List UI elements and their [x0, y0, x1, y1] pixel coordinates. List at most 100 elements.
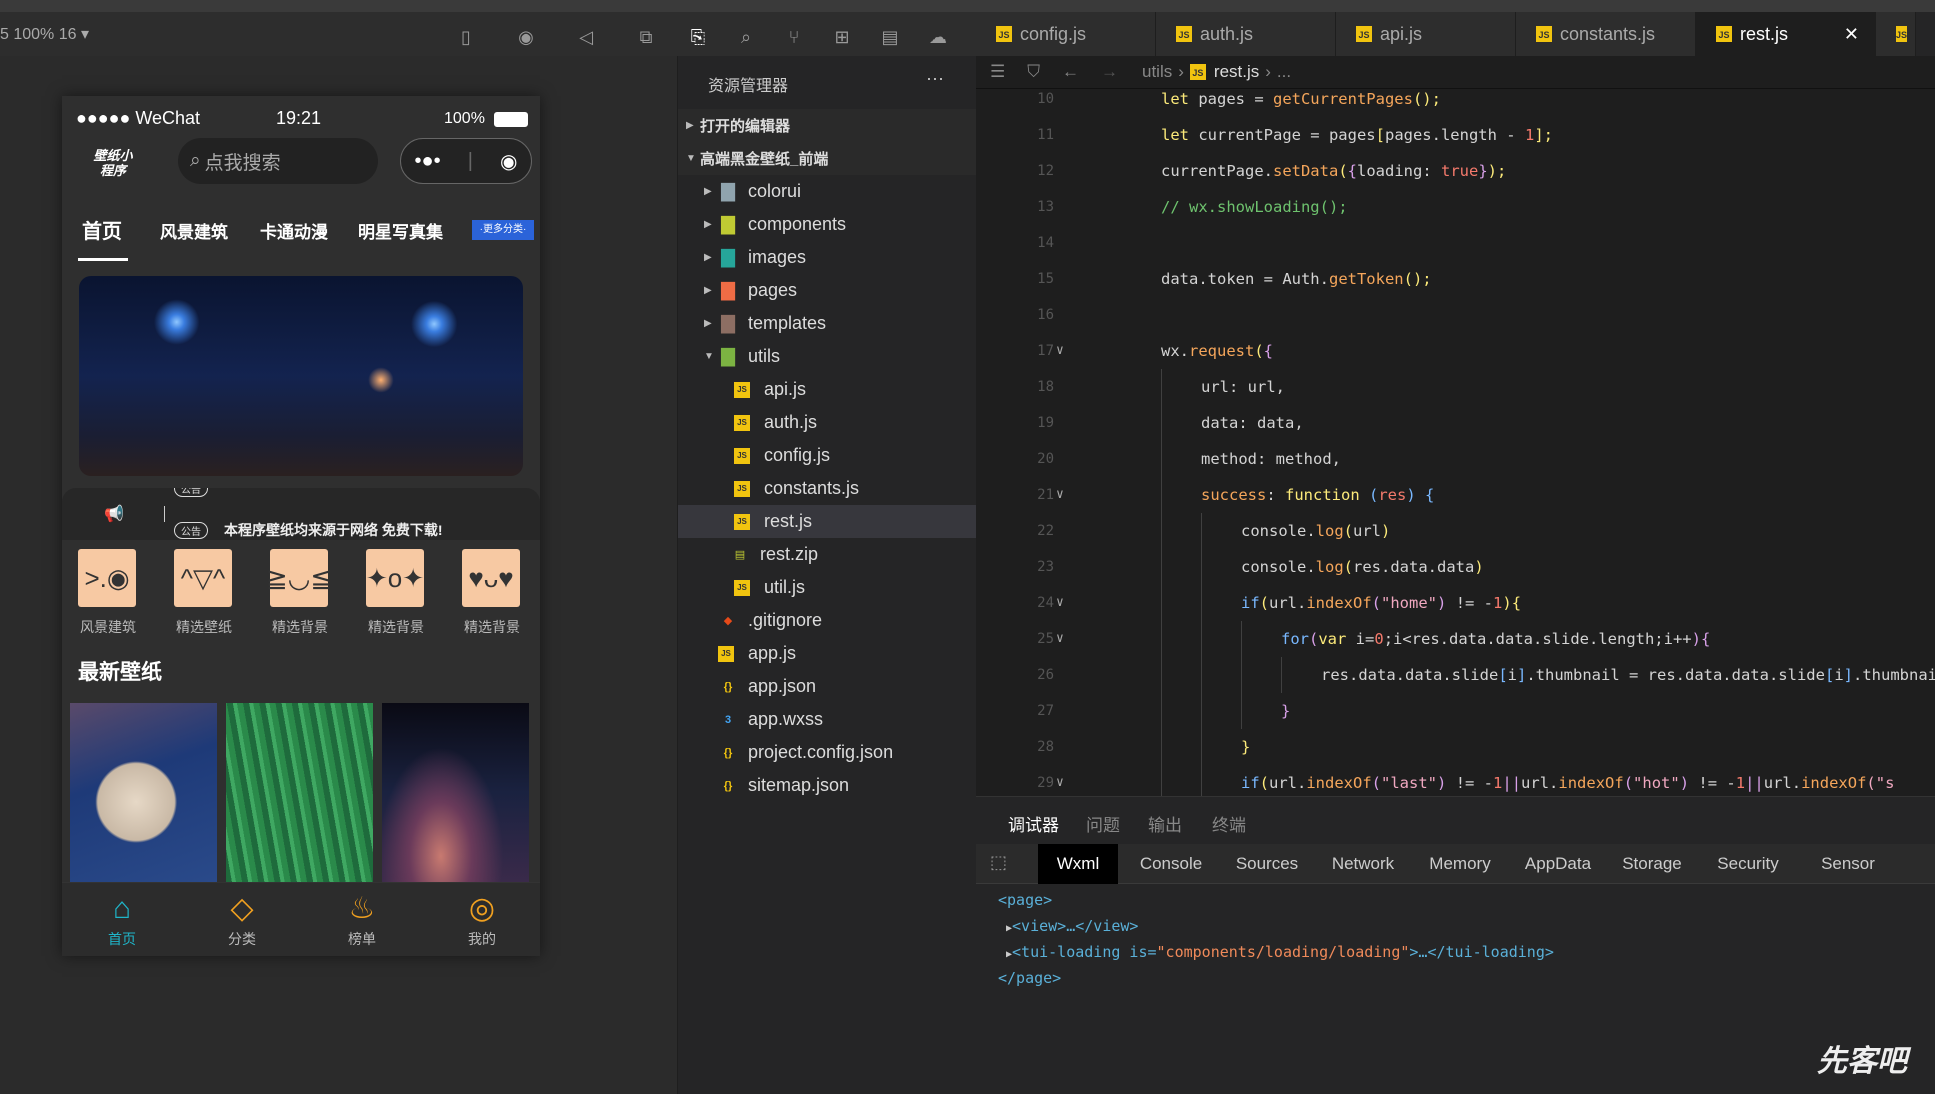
search-input[interactable]: ⌕ 点我搜索 — [178, 138, 378, 184]
wallpaper-thumb[interactable] — [226, 703, 373, 883]
tree-item-app-js[interactable]: JS app.js — [678, 637, 977, 670]
open-editors-section[interactable]: ▶ 打开的编辑器 — [678, 109, 977, 142]
panel-tab-debugger[interactable]: 调试器 — [1008, 811, 1059, 848]
tree-item-colorui[interactable]: ▶ ▇ colorui — [678, 175, 977, 208]
tree-item-sitemap-json[interactable]: {} sitemap.json — [678, 769, 977, 802]
docker-icon[interactable]: ☁ — [927, 26, 949, 48]
wxml-node[interactable]: ▶<tui-loading is="components/loading/loa… — [1006, 943, 1554, 961]
fold-chevron-icon[interactable]: ∨ — [1056, 765, 1064, 796]
breadcrumb-folder[interactable]: utils — [1142, 62, 1172, 82]
outline-icon[interactable]: ☰ — [990, 62, 1005, 82]
code-token: ] — [1843, 666, 1853, 684]
devtools-tab-memory[interactable]: Memory — [1414, 844, 1506, 884]
category-item[interactable]: >.◉ 风景建筑 — [78, 549, 138, 637]
category-item[interactable]: ^▽^ 精选壁纸 — [174, 549, 234, 637]
editor-tab[interactable]: JS constants.js — [1516, 12, 1696, 56]
tabbar-category[interactable]: ◇ 分类 — [202, 889, 282, 949]
tabbar-home[interactable]: ⌂ 首页 — [82, 889, 162, 949]
devtools-tab-appdata[interactable]: AppData — [1512, 844, 1604, 884]
close-tab-icon[interactable]: ✕ — [1844, 24, 1859, 45]
more-categories-button[interactable]: ·更多分类· — [472, 220, 534, 240]
tree-item-app-json[interactable]: {} app.json — [678, 670, 977, 703]
tree-item-components[interactable]: ▶ ▇ components — [678, 208, 977, 241]
code-token: ) — [1381, 522, 1391, 540]
source-control-icon[interactable]: ⑂ — [783, 26, 805, 48]
devtools-tab-console[interactable]: Console — [1126, 844, 1216, 884]
tabbar-ranking[interactable]: ♨ 榜单 — [322, 889, 402, 949]
devtools-tab-sensor[interactable]: Sensor — [1802, 844, 1894, 884]
nav-tab[interactable]: 卡通动漫 — [260, 218, 328, 243]
tree-item-project-config-json[interactable]: {} project.config.json — [678, 736, 977, 769]
tree-item-app-wxss[interactable]: 3 app.wxss — [678, 703, 977, 736]
stop-icon[interactable]: ◉ — [515, 26, 537, 48]
inspect-element-icon[interactable]: ⬚ — [990, 852, 1007, 873]
tree-item-config-js[interactable]: JS config.js — [678, 439, 977, 472]
phone-icon[interactable]: ▯ — [455, 26, 477, 48]
devtools-tab-storage[interactable]: Storage — [1610, 844, 1694, 884]
wxml-node[interactable]: </page> — [998, 969, 1061, 987]
tree-item-utils[interactable]: ▼ ▇ utils — [678, 340, 977, 373]
code-editor[interactable]: 10 let pages = getCurrentPages(); 11 let cu… — [976, 89, 1935, 796]
fold-chevron-icon[interactable]: ∨ — [1056, 621, 1064, 657]
nav-tab[interactable]: 风景建筑 — [160, 218, 228, 243]
project-section[interactable]: ▼ 高端黑金壁纸_前端 — [678, 142, 977, 175]
nav-tab-home[interactable]: 首页 — [82, 215, 122, 244]
panel-tab-output[interactable]: 输出 — [1148, 811, 1182, 836]
tree-item-rest-zip[interactable]: ▤ rest.zip — [678, 538, 977, 571]
devtools-tab-security[interactable]: Security — [1700, 844, 1796, 884]
fold-chevron-icon[interactable]: ∨ — [1056, 477, 1064, 513]
editor-tab[interactable]: JS api.js — [1336, 12, 1516, 56]
tree-item-api-js[interactable]: JS api.js — [678, 373, 977, 406]
editor-tab[interactable]: JS config.js — [976, 12, 1156, 56]
device-zoom-select[interactable]: 5 100% 16 ▾ — [0, 24, 89, 44]
category-item[interactable]: ♥ᴗ♥ 精选背景 — [462, 549, 522, 637]
volume-icon[interactable]: ◁ — [575, 26, 597, 48]
extensions-icon[interactable]: ⊞ — [831, 26, 853, 48]
tree-item-auth-js[interactable]: JS auth.js — [678, 406, 977, 439]
category-item[interactable]: ✦o✦ 精选背景 — [366, 549, 426, 637]
forward-icon[interactable]: → — [1101, 62, 1118, 82]
more-icon[interactable]: •●• — [415, 150, 441, 173]
simulator-toolbar: 5 100% 16 ▾ ▯ ◉ ◁ ⧉ — [0, 12, 677, 56]
storage-icon[interactable]: ▤ — [879, 26, 901, 48]
wallpaper-thumb[interactable] — [70, 703, 217, 883]
panel-tab-problems[interactable]: 问题 — [1086, 811, 1120, 836]
editor-tab-overflow[interactable]: JS — [1876, 12, 1916, 56]
devtools-tab-sources[interactable]: Sources — [1222, 844, 1312, 884]
back-icon[interactable]: ← — [1062, 62, 1079, 82]
devtools-tab-network[interactable]: Network — [1318, 844, 1408, 884]
bookmark-icon[interactable]: ⛉ — [1027, 62, 1040, 82]
tree-item-images[interactable]: ▶ ▇ images — [678, 241, 977, 274]
panel-tab-terminal[interactable]: 终端 — [1212, 811, 1246, 836]
tree-item-constants-js[interactable]: JS constants.js — [678, 472, 977, 505]
tree-item-util-js[interactable]: JS util.js — [678, 571, 977, 604]
code-line: 26 res.data.data.slide[i].thumbnail = res… — [976, 657, 1935, 693]
devtools-tab-wxml[interactable]: Wxml — [1038, 844, 1118, 884]
line-number: 15 — [1037, 271, 1054, 287]
wxml-node[interactable]: ▶<view>…</view> — [1006, 917, 1138, 935]
editor-tab[interactable]: JS auth.js — [1156, 12, 1336, 56]
breadcrumb-symbol[interactable]: ... — [1277, 62, 1291, 82]
nav-tab[interactable]: 明星写真集 — [358, 218, 443, 243]
tree-item--gitignore[interactable]: ◆ .gitignore — [678, 604, 977, 637]
files-icon[interactable]: ⎘ — [687, 26, 709, 48]
search-placeholder: 点我搜索 — [204, 152, 281, 174]
tree-item-pages[interactable]: ▶ ▇ pages — [678, 274, 977, 307]
wxml-node[interactable]: <page> — [998, 891, 1052, 909]
close-miniprogram-icon[interactable]: ◉ — [500, 149, 517, 174]
indent-guide — [1241, 621, 1242, 657]
tree-item-rest-js[interactable]: JS rest.js — [678, 505, 977, 538]
wallpaper-thumb[interactable] — [382, 703, 529, 883]
category-item[interactable]: ≧◡≦ 精选背景 — [266, 549, 332, 637]
breadcrumb-file[interactable]: rest.js — [1214, 62, 1259, 82]
tabbar-mine[interactable]: ◎ 我的 — [442, 889, 522, 949]
detach-window-icon[interactable]: ⧉ — [635, 26, 657, 48]
fold-chevron-icon[interactable]: ∨ — [1056, 333, 1064, 369]
fold-chevron-icon[interactable]: ∨ — [1056, 585, 1064, 621]
search-icon[interactable]: ⌕ — [735, 26, 757, 48]
tree-item-templates[interactable]: ▶ ▇ templates — [678, 307, 977, 340]
banner-image[interactable] — [79, 276, 523, 476]
explorer-more-button[interactable]: ··· — [926, 68, 944, 89]
editor-tab[interactable]: JS rest.js ✕ — [1696, 12, 1876, 56]
indent-guide — [1201, 729, 1202, 765]
